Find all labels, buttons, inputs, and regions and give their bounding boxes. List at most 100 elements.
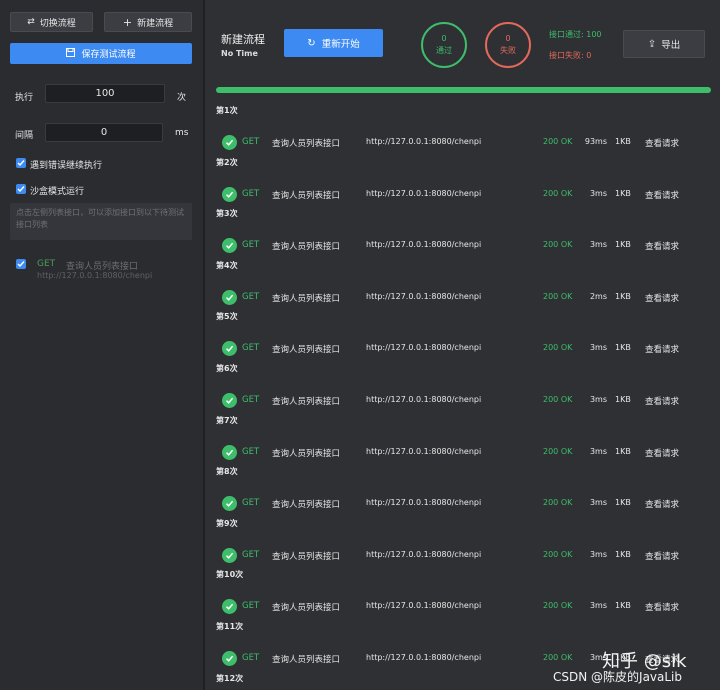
row-url: http://127.0.0.1:8080/chenpi (366, 395, 482, 404)
export-button[interactable]: ⇪ 导出 (623, 30, 705, 58)
progress-bar (216, 87, 711, 93)
continue-on-error-checkbox[interactable] (16, 158, 26, 168)
execute-unit: 次 (177, 93, 187, 103)
continue-on-error-label: 遇到错误继续执行 (30, 161, 103, 171)
save-test-flow-label: 保存测试流程 (81, 50, 136, 60)
view-request-link[interactable]: 查看请求 (645, 343, 679, 355)
interval-label: 间隔 (15, 131, 34, 141)
row-size: 1KB (615, 343, 631, 352)
round-label: 第2次 (216, 158, 238, 167)
row-size: 1KB (615, 137, 631, 146)
row-time: 3ms (589, 498, 607, 507)
row-size: 1KB (615, 292, 631, 301)
api-item-checkbox[interactable] (16, 259, 26, 269)
hint-text: 点击左侧列表接口，可以添加接口到以下待测试接口列表 (10, 203, 192, 240)
sandbox-mode-label: 沙盒模式运行 (30, 187, 85, 197)
row-api-name: 查询人员列表接口 (272, 603, 341, 613)
result-row: GET 查询人员列表接口 http://127.0.0.1:8080/chenpi 2… (205, 339, 720, 359)
row-url: http://127.0.0.1:8080/chenpi (366, 653, 482, 662)
row-time: 3ms (589, 447, 607, 456)
restart-label: 重新开始 (321, 39, 360, 50)
interval-input[interactable]: 0 (45, 123, 163, 142)
row-method: GET (242, 395, 260, 405)
round-label: 第6次 (216, 364, 238, 373)
main-panel: 新建流程 No Time ↻ 重新开始 0 通过 0 失败 接口通过: 100 … (205, 0, 720, 690)
success-check-icon (222, 135, 237, 150)
success-check-icon (222, 548, 237, 563)
interval-value: 0 (100, 127, 108, 138)
view-request-link[interactable]: 查看请求 (645, 550, 679, 562)
pass-count: 0 (441, 34, 447, 43)
row-status: 200 OK (543, 292, 573, 301)
round-label: 第8次 (216, 467, 238, 476)
execute-count-input[interactable]: 100 (45, 84, 165, 103)
interval-unit: ms (175, 128, 189, 138)
view-request-link[interactable]: 查看请求 (645, 292, 679, 304)
row-method: GET (242, 189, 260, 199)
round-label: 第1次 (216, 106, 238, 115)
view-request-link[interactable]: 查看请求 (645, 189, 679, 201)
save-icon (66, 47, 76, 60)
view-request-link[interactable]: 查看请求 (645, 240, 679, 252)
round-label: 第7次 (216, 416, 238, 425)
execute-count-value: 100 (95, 88, 115, 99)
row-url: http://127.0.0.1:8080/chenpi (366, 447, 482, 456)
switch-flow-button[interactable]: ⇄ 切换流程 (10, 12, 93, 32)
check-icon (17, 261, 25, 268)
round-label: 第4次 (216, 261, 238, 270)
view-request-link[interactable]: 查看请求 (645, 447, 679, 459)
row-method: GET (242, 240, 260, 250)
success-check-icon (222, 187, 237, 202)
row-time: 3ms (589, 550, 607, 559)
view-request-link[interactable]: 查看请求 (645, 395, 679, 407)
new-flow-button[interactable]: + 新建流程 (104, 12, 192, 32)
row-size: 1KB (615, 550, 631, 559)
save-test-flow-button[interactable]: 保存测试流程 (10, 43, 192, 64)
row-time: 3ms (589, 240, 607, 249)
row-size: 1KB (615, 395, 631, 404)
switch-flow-label: 切换流程 (39, 18, 76, 29)
view-request-link[interactable]: 查看请求 (645, 653, 679, 665)
result-row: GET 查询人员列表接口 http://127.0.0.1:8080/chenpi 2… (205, 236, 720, 256)
row-api-name: 查询人员列表接口 (272, 191, 341, 201)
row-time: 3ms (589, 653, 607, 662)
row-time: 2ms (589, 292, 607, 301)
flow-time: No Time (221, 49, 258, 58)
api-item-method: GET (37, 259, 56, 269)
execute-label: 执行 (15, 93, 34, 103)
result-row: GET 查询人员列表接口 http://127.0.0.1:8080/chenpi 2… (205, 649, 720, 669)
view-request-link[interactable]: 查看请求 (645, 137, 679, 149)
result-row: GET 查询人员列表接口 http://127.0.0.1:8080/chenpi 2… (205, 443, 720, 463)
row-method: GET (242, 343, 260, 353)
row-api-name: 查询人员列表接口 (272, 397, 341, 407)
round-label: 第5次 (216, 312, 238, 321)
restart-button[interactable]: ↻ 重新开始 (284, 29, 383, 57)
view-request-link[interactable]: 查看请求 (645, 601, 679, 613)
row-url: http://127.0.0.1:8080/chenpi (366, 189, 482, 198)
row-status: 200 OK (543, 343, 573, 352)
row-status: 200 OK (543, 395, 573, 404)
new-flow-label: 新建流程 (137, 18, 174, 29)
row-method: GET (242, 601, 260, 611)
result-row: GET 查询人员列表接口 http://127.0.0.1:8080/chenpi 2… (205, 133, 720, 153)
success-check-icon (222, 599, 237, 614)
row-status: 200 OK (543, 550, 573, 559)
success-check-icon (222, 238, 237, 253)
view-request-link[interactable]: 查看请求 (645, 498, 679, 510)
row-url: http://127.0.0.1:8080/chenpi (366, 240, 482, 249)
row-status: 200 OK (543, 240, 573, 249)
row-method: GET (242, 447, 260, 457)
row-time: 3ms (589, 189, 607, 198)
api-fail-stat: 接口失败: 0 (549, 51, 592, 60)
fail-count: 0 (505, 34, 511, 43)
row-api-name: 查询人员列表接口 (272, 449, 341, 459)
round-label: 第3次 (216, 209, 238, 218)
row-method: GET (242, 550, 260, 560)
row-time: 93ms (584, 137, 607, 146)
row-size: 1KB (615, 498, 631, 507)
row-size: 1KB (615, 601, 631, 610)
sandbox-mode-checkbox[interactable] (16, 184, 26, 194)
row-status: 200 OK (543, 137, 573, 146)
fail-counter: 0 失败 (485, 22, 531, 68)
row-size: 1KB (615, 240, 631, 249)
